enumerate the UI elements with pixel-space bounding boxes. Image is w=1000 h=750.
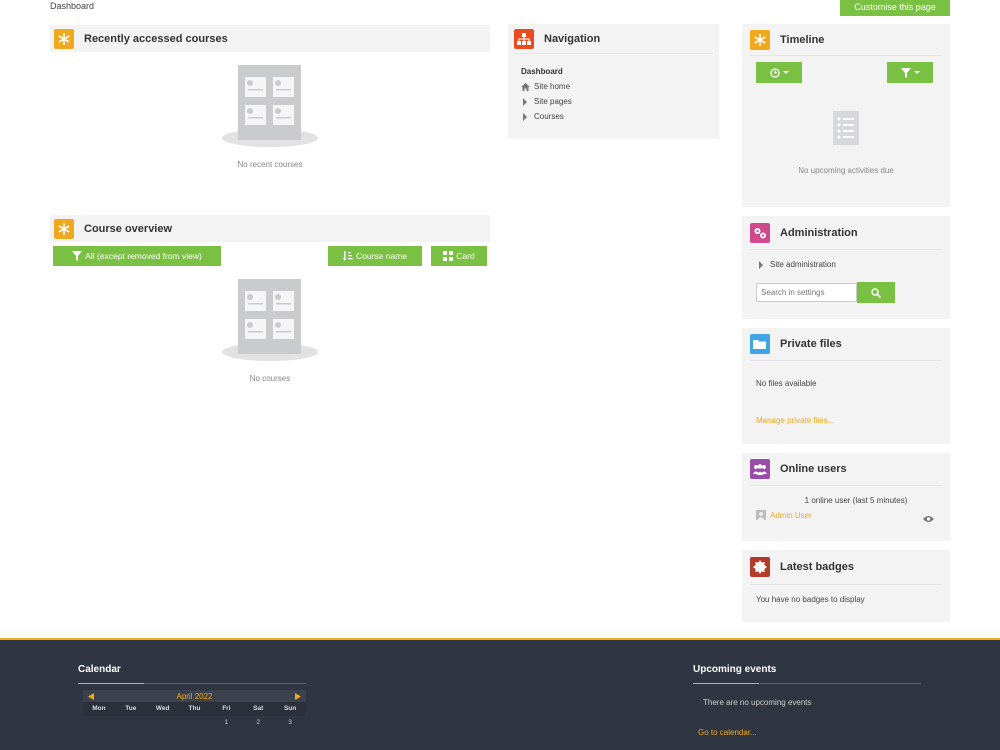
filter-icon <box>900 67 911 78</box>
sort-button[interactable]: Course name <box>328 246 422 266</box>
nav-dashboard[interactable]: Dashboard <box>521 64 706 79</box>
users-icon <box>750 459 770 479</box>
navigation-block: Navigation Dashboard Site home Site page… <box>508 24 719 139</box>
calendar-day <box>115 716 147 730</box>
go-to-calendar-link[interactable]: Go to calendar... <box>698 728 757 737</box>
next-month-icon[interactable] <box>295 692 301 700</box>
view-card-button[interactable]: Card <box>431 246 487 266</box>
weekday-label: Wed <box>155 705 170 712</box>
filter-button[interactable]: All (except removed from view) <box>53 246 221 266</box>
recent-courses-empty: No recent courses <box>237 160 303 169</box>
sort-button-label: Course name <box>355 251 408 261</box>
sitemap-icon <box>514 28 534 49</box>
calendar-day[interactable]: 1 <box>210 716 242 730</box>
upcoming-empty: There are no upcoming events <box>703 698 812 707</box>
administration-title: Administration <box>780 226 858 239</box>
user-avatar-icon <box>756 510 766 520</box>
online-user-name: Admin User <box>770 510 812 520</box>
cogs-icon <box>750 222 770 243</box>
breadcrumb[interactable]: Dashboard <box>50 1 94 11</box>
caret-down-icon <box>913 70 920 74</box>
course-overview-title: Course overview <box>84 223 173 235</box>
nav-site-home-label: Site home <box>534 82 571 91</box>
site-administration-link[interactable]: Site administration <box>757 257 836 272</box>
nav-courses[interactable]: Courses <box>521 109 706 124</box>
caret-down-icon <box>782 70 789 74</box>
folder-icon <box>750 334 770 354</box>
search-settings-button[interactable] <box>857 282 895 303</box>
online-user-item[interactable]: Admin User <box>756 510 812 520</box>
asterisk-icon <box>54 29 74 49</box>
no-courses-illustration-icon <box>220 65 320 155</box>
site-administration-label: Site administration <box>770 260 836 269</box>
search-settings-input[interactable] <box>756 283 857 302</box>
latest-badges-title: Latest badges <box>780 561 854 573</box>
timeline-title: Timeline <box>780 33 825 46</box>
calendar-week-row: 1 2 3 <box>83 716 306 730</box>
weekday-label: Mon <box>92 705 106 712</box>
badges-empty: You have no badges to display <box>756 595 865 604</box>
recent-courses-block: Recently accessed courses <box>50 25 490 52</box>
activity-list-icon <box>833 111 859 150</box>
caret-right-icon <box>523 97 527 106</box>
private-files-empty: No files available <box>756 379 817 388</box>
eye-icon[interactable] <box>923 515 934 523</box>
nav-dashboard-label: Dashboard <box>521 67 563 76</box>
badge-icon <box>750 557 770 577</box>
customise-page-button[interactable]: Customise this page <box>840 0 950 16</box>
asterisk-icon <box>750 29 770 50</box>
upcoming-events-title: Upcoming events <box>693 664 777 675</box>
calendar-month: April 2022 <box>176 691 213 701</box>
calendar-day[interactable]: 2 <box>242 716 274 730</box>
timeline-sort-dropdown[interactable] <box>756 62 802 83</box>
sort-icon <box>342 251 353 261</box>
weekday-label: Thu <box>188 705 201 712</box>
nav-site-pages[interactable]: Site pages <box>521 94 706 109</box>
administration-block: Administration Site administration <box>742 216 950 319</box>
prev-month-icon[interactable] <box>88 692 94 700</box>
calendar-divider <box>78 683 306 684</box>
calendar-title: Calendar <box>78 664 121 675</box>
manage-private-files-link[interactable]: Manage private files... <box>756 416 834 425</box>
nav-site-pages-label: Site pages <box>534 97 572 106</box>
course-overview-block: Course overview <box>50 215 490 242</box>
upcoming-divider <box>693 683 921 684</box>
online-users-block: Online users 1 online user (last 5 minut… <box>742 453 950 541</box>
calendar-weekdays: Mon Tue Wed Thu Fri Sat Sun <box>83 702 306 716</box>
weekday-label: Fri <box>222 705 231 712</box>
weekday-label: Sun <box>283 705 297 712</box>
recent-courses-title: Recently accessed courses <box>84 33 228 45</box>
caret-right-icon <box>523 112 527 121</box>
calendar-day[interactable]: 3 <box>274 716 306 730</box>
asterisk-icon <box>54 219 74 239</box>
search-icon <box>871 287 881 298</box>
nav-courses-label: Courses <box>534 112 564 121</box>
grid-icon <box>443 251 454 261</box>
private-files-title: Private files <box>780 338 842 350</box>
filter-icon <box>72 251 83 261</box>
online-users-summary: 1 online user (last 5 minutes) <box>804 496 908 505</box>
no-courses-illustration-icon <box>220 279 320 369</box>
navigation-title: Navigation <box>544 32 601 45</box>
online-users-title: Online users <box>780 463 847 475</box>
nav-site-home[interactable]: Site home <box>521 79 706 94</box>
weekday-label: Tue <box>125 705 137 712</box>
home-icon <box>521 82 530 91</box>
view-card-label: Card <box>456 251 475 261</box>
caret-right-icon <box>759 260 763 269</box>
private-files-block: Private files No files available Manage … <box>742 328 950 444</box>
calendar-header: April 2022 <box>83 690 306 702</box>
filter-button-label: All (except removed from view) <box>85 251 202 261</box>
timeline-empty: No upcoming activities due <box>798 166 894 175</box>
mini-calendar: April 2022 Mon Tue Wed Thu Fri Sat Sun 1… <box>83 690 306 730</box>
timeline-filter-dropdown[interactable] <box>887 62 933 83</box>
calendar-day <box>147 716 179 730</box>
clock-icon <box>769 67 780 78</box>
calendar-day <box>83 716 115 730</box>
courses-empty: No courses <box>249 374 291 383</box>
latest-badges-block: Latest badges You have no badges to disp… <box>742 550 950 622</box>
calendar-day <box>179 716 211 730</box>
weekday-label: Sat <box>253 705 264 712</box>
